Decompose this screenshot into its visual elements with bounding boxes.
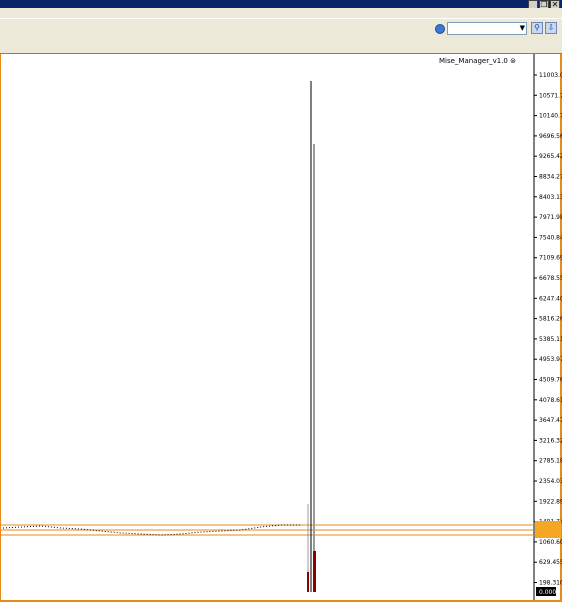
price-axis: 11003.00 10571.70 10140.70 9696.56 9265.42 88… [534,72,562,587]
price-tick-label: 4509.76 [539,377,562,384]
price-tick-label: 2354.03 [539,478,562,485]
price-tick-label: 6247.40 [539,295,562,302]
current-value: 0.000 [539,589,556,596]
price-tick-label: 198.310 [539,580,562,587]
price-tick-label: 4078.61 [539,397,562,404]
level-lines [1,524,534,536]
price-tick-label: 5816.26 [539,316,562,323]
price-tick-label: 9696.56 [539,133,562,140]
globe-icon[interactable] [435,24,445,34]
search-icon[interactable]: ⚲ [531,22,543,34]
price-tick-label: 5385.11 [539,336,562,343]
search-input[interactable]: ▼ [447,22,527,35]
price-tick-label: 2785.18 [539,458,562,465]
price-tick-label: 9265.42 [539,153,562,160]
price-tick-label: 8834.27 [539,174,562,181]
chart-area[interactable]: Mise_Manager_v1.0 ⊜ 11003.0010571.701014… [0,54,562,602]
price-tick-label: 8403.13 [539,194,562,201]
price-tick-label: 1060.60 [539,539,562,546]
price-tick-label: 3647.47 [539,417,562,424]
spike-bar-gray [313,144,315,592]
price-tick-label: 629.455 [539,559,562,566]
price-tick-label: 10140.70 [539,113,562,120]
price-tick-label: 4953.97 [539,356,562,363]
price-tick-label: 3216.32 [539,437,562,444]
price-tick-label: 6678.55 [539,275,562,282]
red-bar [313,551,316,592]
download-icon[interactable]: ⇩ [545,22,557,34]
price-tick-label: 7540.84 [539,234,562,241]
red-bar [307,572,309,592]
price-tick-label: 11003.00 [539,72,562,79]
level-price-badges [535,521,561,538]
chevron-down-icon[interactable]: ▼ [520,24,525,32]
price-tick-label: 7971.98 [539,214,562,221]
price-tick-label: 10571.70 [539,92,562,99]
toolbar-divider [0,18,562,19]
price-tick-label: 1922.89 [539,498,562,505]
price-tick-label: 7109.69 [539,255,562,262]
chart-canvas: 11003.00 10571.70 10140.70 9696.56 9265.42 88… [1,54,562,600]
window-titlebar [0,0,562,8]
